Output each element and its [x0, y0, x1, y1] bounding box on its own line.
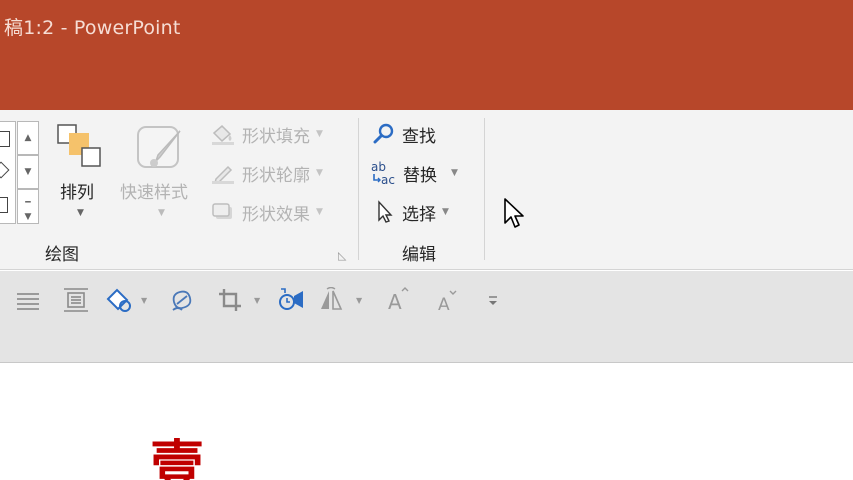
- search-icon: [373, 123, 394, 144]
- rectangle-shape-icon[interactable]: [0, 197, 8, 213]
- chevron-down-icon: ▼: [77, 208, 84, 218]
- chevron-down-icon: ▼: [316, 168, 323, 178]
- gallery-scroll-up-button[interactable]: ▲: [17, 121, 39, 155]
- shape-fill-icon[interactable]: [102, 285, 134, 315]
- gallery-more-button[interactable]: ━ ▼: [17, 189, 39, 224]
- slide-canvas[interactable]: [0, 364, 853, 480]
- shape-fill-label: 形状填充: [242, 126, 310, 147]
- chevron-down-icon: ▼: [451, 168, 458, 178]
- diamond-shape-icon[interactable]: [0, 161, 10, 179]
- decrease-font-icon[interactable]: A: [432, 285, 462, 315]
- svg-text:A: A: [388, 290, 402, 314]
- select-button[interactable]: 选择 ▼: [374, 199, 449, 225]
- animation-icon[interactable]: [274, 285, 306, 315]
- find-button[interactable]: 查找: [372, 121, 436, 147]
- rectangle-shape-icon[interactable]: [0, 131, 10, 147]
- chevron-down-icon: ▼: [316, 129, 323, 139]
- find-label: 查找: [402, 126, 436, 147]
- shape-gallery[interactable]: ▲ ▼ ━ ▼: [0, 121, 40, 224]
- replace-label: 替换: [403, 165, 437, 186]
- svg-text:ab: ab: [371, 160, 386, 174]
- crop-icon[interactable]: [215, 285, 245, 315]
- paint-bucket-icon: [212, 124, 234, 145]
- arrange-icon: [57, 124, 101, 167]
- quick-styles-label: 快速样式: [120, 183, 188, 203]
- window-title: 稿1:2 - PowerPoint: [4, 17, 181, 39]
- slide-title-text[interactable]: 壹: [150, 438, 204, 480]
- gallery-scroll-down-button[interactable]: ▼: [17, 155, 39, 189]
- select-label: 选择: [402, 204, 436, 225]
- align-icon[interactable]: [14, 285, 42, 315]
- text-direction-icon[interactable]: [316, 285, 348, 315]
- replace-button[interactable]: ab ac 替换 ▼: [370, 160, 458, 186]
- chevron-down-icon: ▼: [158, 208, 165, 218]
- shape-fill-button[interactable]: 形状填充 ▼: [210, 121, 323, 147]
- replace-icon: ab ac: [371, 160, 395, 186]
- shape-gallery-list[interactable]: [0, 121, 16, 224]
- customize-icon[interactable]: [482, 285, 504, 315]
- shape-effects-label: 形状效果: [242, 204, 310, 225]
- editing-group-label: 编辑: [402, 245, 436, 265]
- increase-font-icon[interactable]: A: [384, 285, 414, 315]
- chevron-down-icon: ▼: [442, 207, 449, 217]
- pencil-icon: [212, 165, 234, 184]
- chevron-down-icon[interactable]: ▼: [356, 296, 362, 305]
- shape-effects-icon: [212, 203, 232, 219]
- shape-outline-button[interactable]: 形状轮廓 ▼: [210, 160, 323, 186]
- quick-styles-icon: [137, 126, 181, 168]
- recolor-icon[interactable]: [166, 285, 198, 315]
- svg-text:ac: ac: [381, 173, 395, 186]
- dialog-launcher-icon[interactable]: ◺: [338, 249, 346, 262]
- mouse-cursor-icon: [504, 198, 524, 228]
- drawing-group-label: 绘图: [45, 245, 79, 265]
- title-bar: 稿1:2 - PowerPoint: [0, 0, 853, 110]
- group-separator: [358, 118, 359, 260]
- distribute-icon[interactable]: [60, 285, 92, 315]
- arrange-button[interactable]: 排列 ▼: [52, 120, 108, 225]
- chevron-down-icon[interactable]: ▼: [141, 296, 147, 305]
- pointer-icon: [378, 200, 393, 223]
- quick-styles-button[interactable]: 快速样式 ▼: [116, 120, 206, 225]
- svg-text:A: A: [438, 295, 450, 314]
- shape-outline-label: 形状轮廓: [242, 165, 310, 186]
- group-separator: [484, 118, 485, 260]
- chevron-down-icon: ▼: [316, 207, 323, 217]
- shape-effects-button[interactable]: 形状效果 ▼: [210, 199, 323, 225]
- arrange-label: 排列: [60, 183, 94, 203]
- chevron-down-icon[interactable]: ▼: [254, 296, 260, 305]
